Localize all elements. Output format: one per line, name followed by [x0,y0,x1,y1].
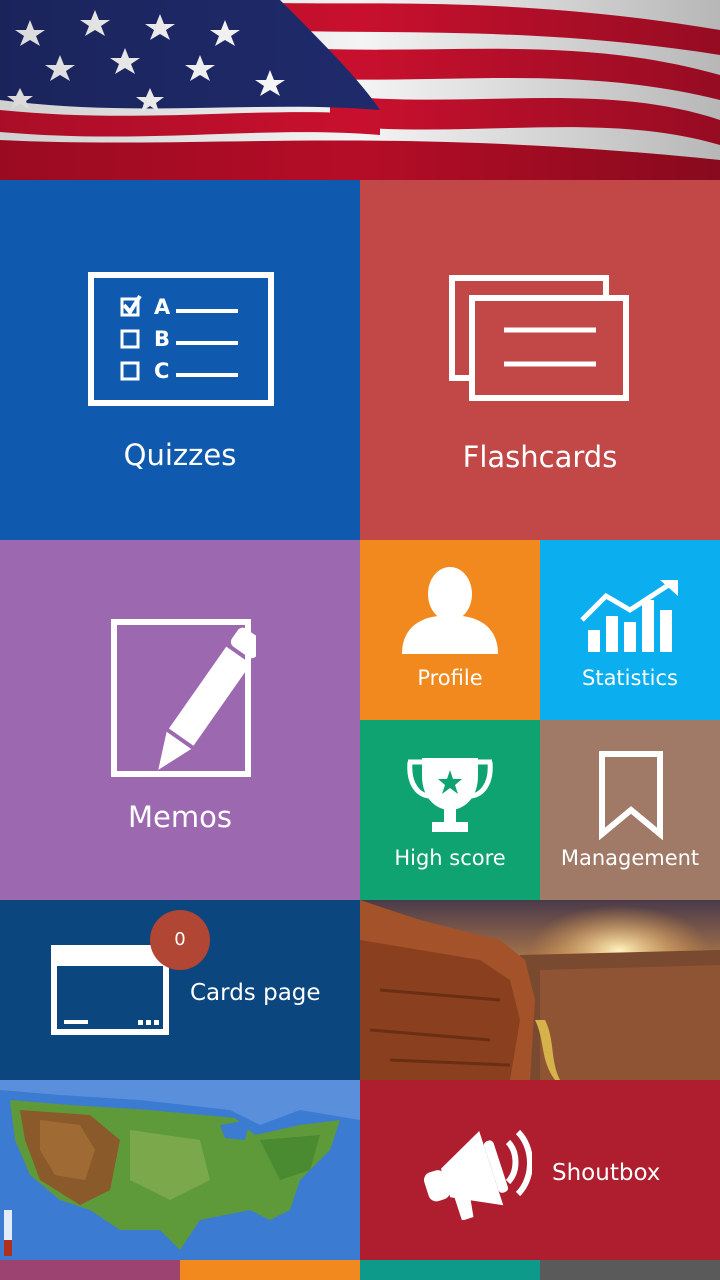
high-score-tile[interactable]: High score [360,720,540,900]
bar-chart-icon [580,580,678,652]
canyon-photo-tile[interactable] [360,900,720,1080]
cards-page-label: Cards page [190,980,321,1006]
management-label: Management [560,846,700,870]
partial-tile-2[interactable] [180,1260,360,1280]
option-a-letter: A [154,295,171,319]
checklist-icon [88,272,274,406]
option-c-letter: C [154,359,170,383]
megaphone-icon [424,1129,532,1220]
shoutbox-label: Shoutbox [552,1160,661,1186]
american-flag-image [0,0,720,180]
flashcards-icon [449,275,629,401]
partial-tile-1[interactable] [0,1260,180,1280]
statistics-tile[interactable]: Statistics [540,540,720,720]
usa-map-tile[interactable] [0,1080,360,1260]
flashcards-tile[interactable]: Flashcards [360,180,720,540]
profile-tile[interactable]: Profile [360,540,540,720]
option-b-letter: B [154,327,171,351]
flag-banner [0,0,720,180]
management-tile[interactable]: Management [540,720,720,900]
profile-label: Profile [417,666,483,690]
partial-tile-3[interactable] [360,1260,540,1280]
quizzes-label: Quizzes [123,438,237,472]
quizzes-tile[interactable]: A B C Quizzes [0,180,360,540]
pencil-icon [111,619,256,777]
bookmark-icon [599,751,663,840]
usa-terrain-map-image [0,1080,360,1260]
memos-tile[interactable]: Memos [0,540,360,900]
memos-label: Memos [128,800,232,834]
shoutbox-tile[interactable]: Shoutbox [360,1080,720,1260]
flashcards-label: Flashcards [462,440,618,474]
trophy-icon [407,758,493,832]
card-window-icon [51,945,169,1035]
high-score-label: High score [394,846,506,870]
statistics-label: Statistics [582,666,678,690]
notification-badge: 0 [150,910,210,970]
person-icon [402,567,498,654]
partial-tile-4[interactable] [540,1260,720,1280]
canyon-sunset-image [360,900,720,1080]
